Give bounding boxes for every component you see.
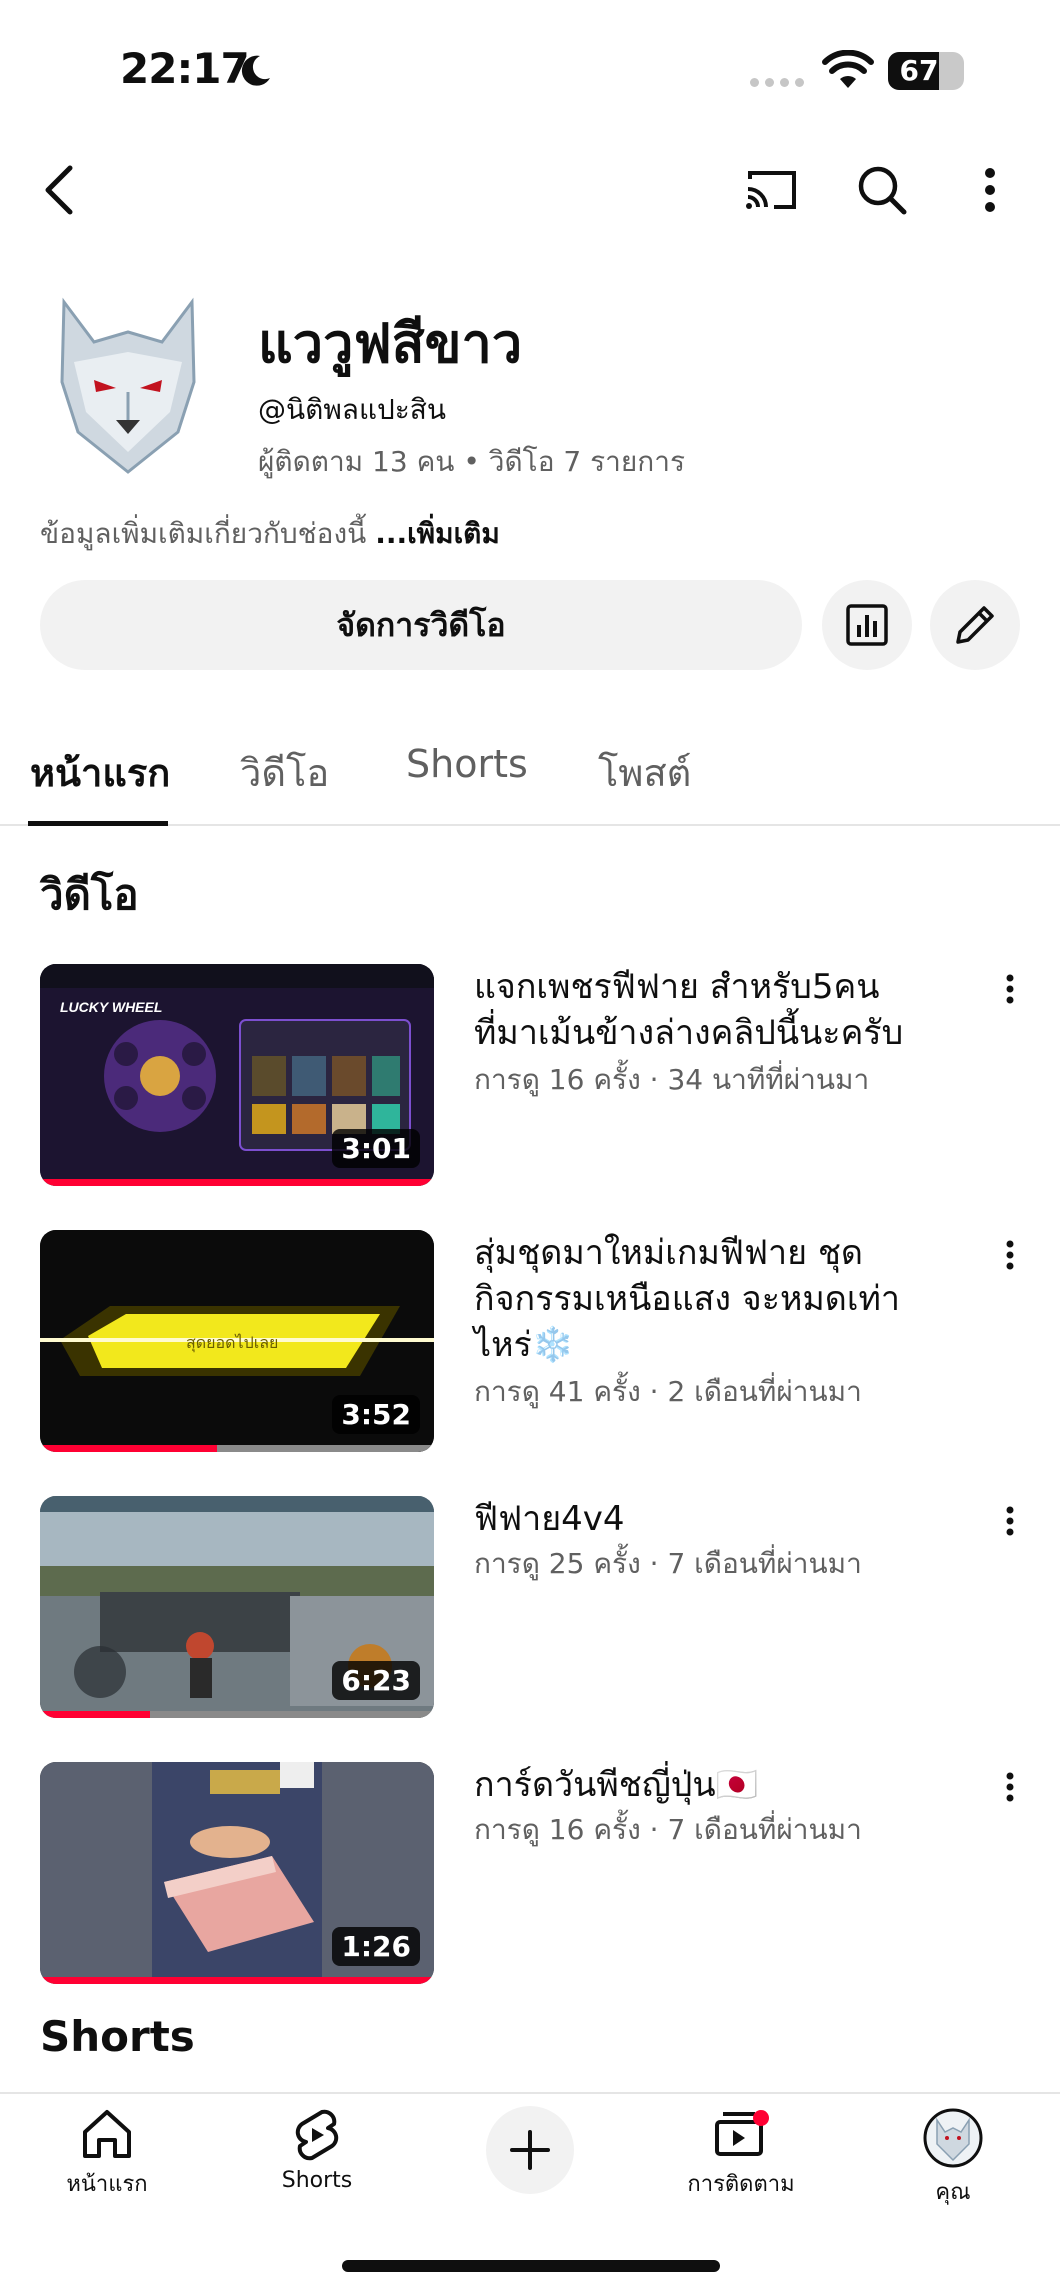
search-button[interactable] [842, 150, 922, 230]
create-button[interactable] [486, 2106, 574, 2194]
videos-section-title: วิดีโอ [40, 870, 139, 919]
battery-icon: 67 [888, 52, 964, 90]
channel-description[interactable]: ข้อมูลเพิ่มเติมเกี่ยวกับช่องนี้ ...เพิ่ม… [40, 512, 500, 556]
channel-description-text: ข้อมูลเพิ่มเติมเกี่ยวกับช่องนี้ [40, 517, 367, 550]
nav-subscriptions-label: การติดตาม [687, 2172, 795, 2197]
back-arrow-icon [45, 165, 73, 215]
nav-you-label: คุณ [935, 2180, 971, 2205]
video-item[interactable]: สุดยอดไปเลย 3:52 สุ่มชุดมาใหม่เกมฟีฟาย ช… [0, 1230, 1060, 1460]
tab-home[interactable]: หน้าแรก [30, 742, 170, 803]
more-options-button[interactable] [950, 150, 1030, 230]
battery-level: 67 [899, 54, 939, 87]
tab-shorts[interactable]: Shorts [406, 742, 528, 786]
more-vertical-icon [1006, 974, 1014, 1004]
watch-progress-bar [40, 1977, 434, 1984]
status-bar: 22:17 67 [0, 0, 1060, 140]
top-app-bar [0, 150, 1060, 250]
svg-text:LUCKY WHEEL: LUCKY WHEEL [60, 999, 162, 1015]
video-meta: การดู 41 ครั้ง · 2 เดือนที่ผ่านมา [474, 1375, 862, 1408]
more-link[interactable]: ...เพิ่มเติม [375, 517, 500, 550]
video-thumbnail[interactable]: 6:23 [40, 1496, 434, 1718]
cellular-signal-icon [750, 78, 804, 87]
status-time: 22:17 [120, 44, 250, 93]
video-more-button[interactable] [990, 1230, 1030, 1280]
cast-button[interactable] [732, 150, 812, 230]
shorts-icon [295, 2109, 339, 2161]
channel-name: แววูฟสีขาว [258, 312, 523, 375]
more-vertical-icon [985, 168, 995, 212]
video-meta: การดู 25 ครั้ง · 7 เดือนที่ผ่านมา [474, 1547, 862, 1580]
video-more-button[interactable] [990, 1496, 1030, 1546]
tab-videos[interactable]: วิดีโอ [240, 742, 329, 803]
plus-icon [510, 2130, 550, 2170]
video-title[interactable]: ฟีฟาย4v4 [474, 1496, 944, 1542]
cast-icon [746, 171, 796, 209]
edit-channel-button[interactable] [930, 580, 1020, 670]
back-button[interactable] [20, 150, 100, 230]
wifi-icon [822, 50, 874, 88]
home-icon [83, 2110, 131, 2158]
channel-handle: @นิติพลแปะสิน [258, 393, 447, 426]
subscriptions-icon [715, 2110, 769, 2156]
video-title[interactable]: การ์ดวันพีชญี่ปุ่น🇯🇵 [474, 1762, 944, 1808]
channel-avatar[interactable] [44, 292, 212, 476]
video-title[interactable]: สุ่มชุดมาใหม่เกมฟีฟาย ชุดกิจกรรมเหนือแสง… [474, 1230, 944, 1368]
video-item[interactable]: LUCKY WHEEL 3:01 แจกเพชรฟีฟาย สำหรับ5คน … [0, 964, 1060, 1194]
manage-videos-button[interactable]: จัดการวิดีโอ [40, 580, 802, 670]
channel-stats: ผู้ติดตาม 13 คน • วิดีโอ 7 รายการ [258, 445, 686, 478]
video-meta: การดู 16 ครั้ง · 7 เดือนที่ผ่านมา [474, 1813, 862, 1846]
nav-subscriptions[interactable]: การติดตาม [656, 2108, 826, 2201]
analytics-icon [846, 604, 888, 646]
watch-progress-bar [40, 1179, 434, 1186]
notification-dot [753, 2110, 769, 2126]
video-duration: 3:52 [332, 1395, 420, 1434]
video-thumbnail[interactable]: LUCKY WHEEL 3:01 [40, 964, 434, 1186]
tab-posts[interactable]: โพสต์ [598, 742, 691, 803]
nav-home[interactable]: หน้าแรก [22, 2108, 192, 2201]
shorts-section-title: Shorts [40, 2012, 195, 2061]
video-more-button[interactable] [990, 964, 1030, 1014]
watch-progress-bar [40, 1445, 218, 1452]
video-thumbnail[interactable]: สุดยอดไปเลย 3:52 [40, 1230, 434, 1452]
nav-shorts-label: Shorts [281, 2168, 353, 2193]
nav-home-label: หน้าแรก [66, 2172, 148, 2197]
video-thumbnail[interactable]: 1:26 [40, 1762, 434, 1984]
video-more-button[interactable] [990, 1762, 1030, 1812]
nav-you[interactable]: คุณ [868, 2108, 1038, 2209]
channel-tabs: หน้าแรก วิดีโอ Shorts โพสต์ [0, 720, 1060, 826]
pencil-icon [956, 606, 994, 644]
video-item[interactable]: 6:23 ฟีฟาย4v4 การดู 25 ครั้ง · 7 เดือนที… [0, 1496, 1060, 1726]
more-vertical-icon [1006, 1240, 1014, 1270]
video-duration: 6:23 [332, 1661, 420, 1700]
more-vertical-icon [1006, 1772, 1014, 1802]
search-icon [858, 166, 907, 215]
profile-avatar-icon [923, 2108, 983, 2168]
video-title[interactable]: แจกเพชรฟีฟาย สำหรับ5คน ที่มาเม้นข้างล่าง… [474, 964, 944, 1056]
moon-icon [241, 55, 270, 86]
watch-progress-bar [40, 1711, 151, 1718]
svg-text:สุดยอดไปเลย: สุดยอดไปเลย [186, 1333, 278, 1353]
more-vertical-icon [1006, 1506, 1014, 1536]
active-tab-indicator [28, 821, 168, 826]
nav-shorts[interactable]: Shorts [232, 2108, 402, 2193]
video-duration: 3:01 [332, 1129, 420, 1168]
video-duration: 1:26 [332, 1927, 420, 1966]
video-meta: การดู 16 ครั้ง · 34 นาทีที่ผ่านมา [474, 1063, 870, 1096]
video-item[interactable]: 1:26 การ์ดวันพีชญี่ปุ่น🇯🇵 การดู 16 ครั้ง… [0, 1762, 1060, 1992]
analytics-button[interactable] [822, 580, 912, 670]
home-indicator [342, 2260, 720, 2272]
